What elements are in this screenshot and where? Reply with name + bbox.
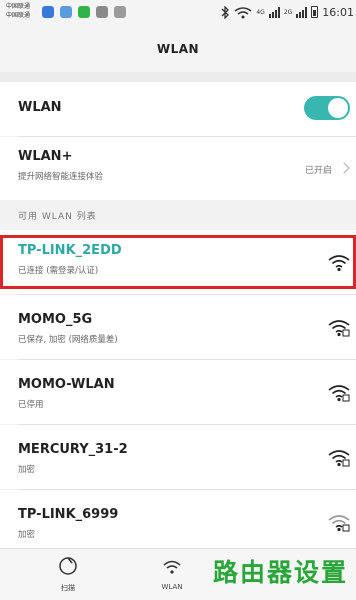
network-item[interactable]: MOMO-WLAN 已停用	[0, 360, 356, 424]
wifi-locked-icon	[328, 450, 350, 467]
wlan-label: WLAN	[18, 100, 62, 115]
wifi-locked-icon	[328, 515, 350, 532]
status-icons: 4G 2G 16:01	[220, 4, 354, 20]
section-title: 可用 WLAN 列表	[18, 212, 97, 222]
wifi-locked-icon	[328, 320, 350, 337]
wlan-label: WLAN	[161, 583, 183, 591]
clock: 16:01	[322, 5, 354, 19]
network-ssid: MOMO_5G	[18, 312, 93, 327]
scan-label: 扫描	[61, 584, 75, 592]
wlan-toggle-row[interactable]: WLAN	[0, 82, 356, 136]
wlan-plus-row[interactable]: WLAN+ 提升网络智能连接体验 已开启	[0, 137, 356, 200]
wlan-plus-status: 已开启	[304, 166, 332, 176]
network-item[interactable]: MOMO_5G 已保存, 加密 (网络质量差)	[0, 295, 356, 359]
signal-icon	[296, 6, 308, 18]
wlan-toggle-switch[interactable]	[304, 96, 350, 120]
battery-icon	[311, 6, 319, 18]
network-tag-1: 4G	[256, 8, 265, 16]
wechat-icon	[78, 6, 90, 18]
network-ssid: MOMO-WLAN	[18, 377, 115, 392]
toggle-knob	[328, 98, 348, 118]
bluetooth-icon	[221, 5, 230, 19]
carrier-1: 中国联通	[6, 3, 31, 10]
wlan-plus-description: 提升网络智能连接体验	[18, 172, 104, 182]
carrier-2: 中国联通	[6, 12, 31, 19]
network-status: 已停用	[18, 400, 44, 410]
wifi-direct-icon	[163, 560, 181, 574]
section-header: 可用 WLAN 列表	[0, 200, 356, 230]
highlight-box	[0, 235, 356, 289]
signal-icon	[268, 6, 280, 18]
watermark: 路由器设置	[212, 558, 348, 587]
refresh-icon	[59, 557, 77, 575]
network-status: 加密	[18, 530, 36, 540]
wifi-status-icon	[234, 6, 252, 18]
chevron-right-icon	[338, 162, 350, 174]
network-status: 已保存, 加密 (网络质量差)	[18, 335, 118, 345]
wlan-plus-label: WLAN+	[18, 149, 73, 164]
scroll-edge	[0, 72, 356, 82]
network-item[interactable]: TP-LINK_6999 加密	[0, 490, 356, 548]
notification-app-icon	[96, 6, 108, 18]
network-item[interactable]: MERCURY_31-2 加密	[0, 425, 356, 489]
network-ssid: TP-LINK_6999	[18, 507, 119, 522]
network-tag-2: 2G	[283, 8, 293, 16]
notification-app-icon	[42, 6, 54, 18]
network-status: 加密	[18, 465, 36, 475]
wlan-direct-button[interactable]: WLAN	[142, 555, 202, 591]
scan-button[interactable]: 扫描	[38, 555, 98, 593]
notification-app-icon	[60, 6, 72, 18]
wifi-locked-icon	[328, 385, 350, 402]
status-bar: 中国联通 中国联通 4G 2G 16:01	[0, 0, 356, 26]
image-icon	[114, 6, 126, 18]
title-bar: WLAN	[0, 26, 356, 72]
network-ssid: MERCURY_31-2	[18, 442, 128, 457]
page-title: WLAN	[156, 42, 200, 56]
carrier-info: 中国联通 中国联通	[6, 2, 30, 20]
